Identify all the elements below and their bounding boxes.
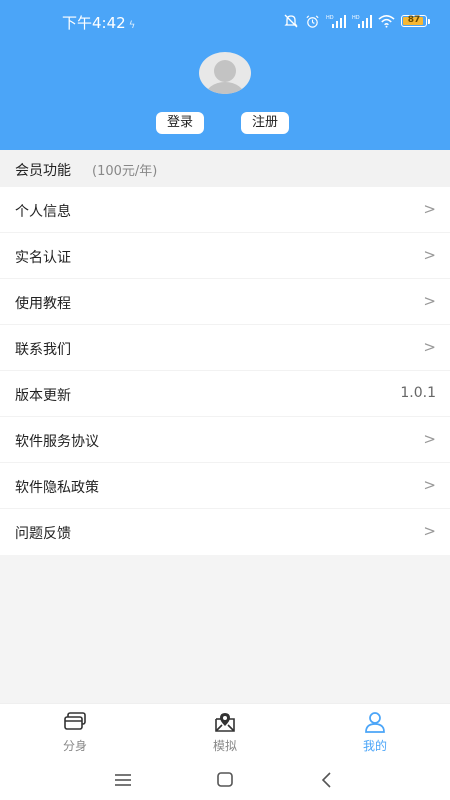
status-time: 下午4:42 ϟ [62,12,135,33]
battery-cap [428,18,430,24]
user-icon [365,712,385,733]
signal-icon-1: HD [326,15,346,28]
bottom-tab-bar: 分身 模拟 我的 [0,703,450,761]
avatar-body [205,82,245,94]
menu-item-label: 使用教程 [15,296,71,312]
tab-label: 模拟 [212,739,237,753]
menu-item-label: 实名认证 [15,250,71,266]
version-value: 1.0.1 [400,385,436,401]
net-label-2: HD [352,15,360,21]
map-pin-icon [215,713,235,732]
clone-icon [64,712,86,730]
status-bar: 下午4:42 ϟ HD HD 87 [0,0,450,44]
menu-icon[interactable] [111,770,135,790]
wifi-icon [378,15,395,28]
tab-label: 分身 [62,739,87,753]
login-button[interactable]: 登录 [156,112,205,134]
member-section-header: 会员功能 (100元/年) [0,150,450,187]
chevron-right-icon: > [423,292,436,310]
menu-item-label: 联系我们 [15,342,71,358]
status-time-text: 下午4:42 [62,14,126,32]
menu-item-label: 软件隐私政策 [15,480,99,496]
profile-header: 下午4:42 ϟ HD HD 87 登录 注册 [0,0,450,150]
tab-clone[interactable]: 分身 [0,704,150,761]
menu-item-feedback[interactable]: 问题反馈 > [0,509,450,555]
member-price: (100元/年) [92,164,158,179]
charging-icon: ϟ [128,20,136,31]
system-nav-bar [0,760,450,800]
menu-item-label: 问题反馈 [15,526,71,542]
tab-simulate[interactable]: 模拟 [150,704,300,761]
menu-item-version-update[interactable]: 版本更新 1.0.1 [0,371,450,417]
home-icon[interactable] [213,770,237,790]
chevron-right-icon: > [423,200,436,218]
signal-icon-2: HD [352,15,372,28]
net-label-1: HD [326,15,334,21]
status-icons: HD HD 87 [283,13,430,29]
menu-item-contact-us[interactable]: 联系我们 > [0,325,450,371]
avatar-head [214,60,236,82]
mute-icon [284,14,298,28]
settings-menu: 个人信息 > 实名认证 > 使用教程 > 联系我们 > 版本更新 1.0.1 软… [0,187,450,555]
chevron-right-icon: > [423,430,436,448]
chevron-right-icon: > [423,338,436,356]
alarm-icon [306,14,319,28]
member-title: 会员功能 [15,163,71,179]
battery-level: 87 [407,15,421,25]
chevron-right-icon: > [423,522,436,540]
menu-item-privacy-policy[interactable]: 软件隐私政策 > [0,463,450,509]
back-icon[interactable] [315,770,339,790]
menu-item-personal-info[interactable]: 个人信息 > [0,187,450,233]
battery-icon: 87 [401,15,427,27]
chevron-right-icon: > [423,246,436,264]
menu-item-label: 软件服务协议 [15,434,99,450]
register-button[interactable]: 注册 [241,112,290,134]
tab-label: 我的 [362,739,387,753]
avatar[interactable] [199,52,251,94]
menu-item-label: 个人信息 [15,204,71,220]
menu-item-service-agreement[interactable]: 软件服务协议 > [0,417,450,463]
tab-mine[interactable]: 我的 [300,704,450,761]
menu-item-tutorial[interactable]: 使用教程 > [0,279,450,325]
chevron-right-icon: > [423,476,436,494]
menu-item-real-name-auth[interactable]: 实名认证 > [0,233,450,279]
menu-item-label: 版本更新 [15,388,71,404]
